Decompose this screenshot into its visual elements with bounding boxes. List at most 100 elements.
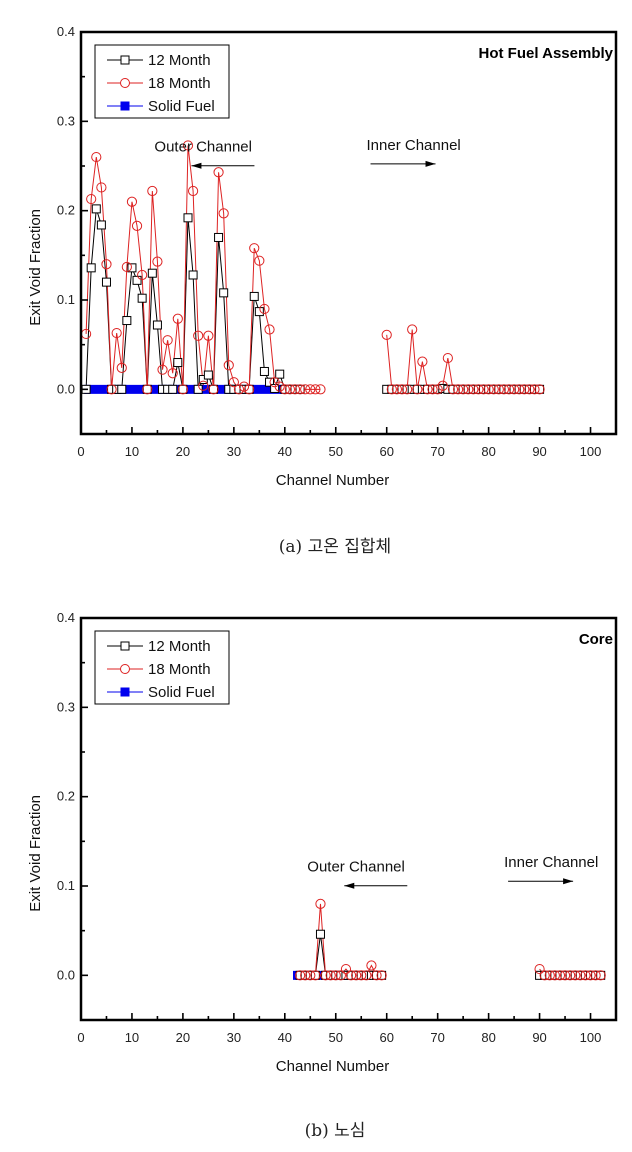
series-line-18-month (386, 329, 540, 390)
x-tick-label: 40 (278, 1030, 292, 1045)
data-point-12-month (137, 293, 147, 303)
y-tick-label: 0.0 (57, 967, 75, 982)
legend-label-18-month: 18 Month (148, 75, 211, 92)
x-tick-label: 10 (125, 444, 139, 459)
y-tick-label: 0.4 (57, 610, 75, 625)
data-point-12-month (86, 263, 96, 273)
data-point-12-month (249, 291, 259, 301)
legend-marker (120, 664, 130, 674)
panel-hot-fuel-assembly: 0 10 20 30 40 50 60 70 80 90 100 0.0 0.1 0.2 0.3 0.4 Ho… (27, 24, 618, 557)
x-tick-label: 30 (227, 444, 241, 459)
figure-caption: (b) 노심 (305, 1121, 366, 1141)
series-line-12-month (85, 208, 301, 392)
legend: 12 Month 18 Month Solid Fuel (94, 44, 230, 119)
annotations: Outer Channel Inner Channel (307, 854, 598, 889)
data-point-12-month (214, 232, 224, 242)
data-point-12-month (315, 929, 325, 939)
data-point-12-month (96, 220, 106, 230)
legend-label-12-month: 12 Month (148, 52, 211, 69)
legend-label-solid-fuel: Solid Fuel (148, 684, 215, 701)
data-point-12-month (183, 213, 193, 223)
x-tick-label: 0 (77, 1030, 84, 1045)
data-point-12-month (147, 268, 157, 278)
data-point-12-month (259, 366, 269, 376)
data-point-12-month (275, 369, 285, 379)
x-tick-label: 80 (481, 444, 495, 459)
data-point-12-month (101, 277, 111, 287)
arrow-right-icon (370, 160, 436, 167)
y-tick-label: 0.2 (57, 203, 75, 218)
data-point-12-month (117, 384, 127, 394)
data-point-12-month (132, 275, 142, 285)
data-point-12-month (208, 384, 218, 394)
x-tick-label: 40 (278, 444, 292, 459)
legend-marker (120, 78, 130, 88)
legend-label-12-month: 12 Month (148, 638, 211, 655)
data-point-12-month (203, 370, 213, 380)
x-tick-label: 70 (430, 444, 444, 459)
data-point-12-month (168, 384, 178, 394)
x-tick-label: 20 (176, 444, 190, 459)
y-tick-label: 0.2 (57, 789, 75, 804)
annotation-outer-channel: Outer Channel (154, 139, 252, 156)
legend-marker (120, 55, 130, 65)
y-axis-title: Exit Void Fraction (27, 795, 44, 912)
annotation-outer-channel: Outer Channel (307, 859, 405, 876)
y-tick-label: 0.3 (57, 113, 75, 128)
x-tick-label: 10 (125, 1030, 139, 1045)
data-point-12-month (173, 358, 183, 368)
x-tick-label: 50 (329, 1030, 343, 1045)
panel-core: 0 10 20 30 40 50 60 70 80 90 100 0.0 0.1 0.2 0.3 0.4 Co… (27, 610, 618, 1141)
x-tick-label: 90 (532, 444, 546, 459)
arrow-head (563, 878, 574, 885)
panel-title: Hot Fuel Assembly (479, 45, 614, 62)
x-tick-label: 100 (580, 444, 602, 459)
y-tick-label: 0.1 (57, 878, 75, 893)
data-point-12-month (122, 316, 132, 326)
plot-marks (80, 140, 545, 395)
arrow-left-icon (191, 162, 255, 169)
x-tick-label: 20 (176, 1030, 190, 1045)
data-point-12-month (178, 384, 188, 394)
arrow-right-icon (508, 878, 574, 885)
x-axis-title: Channel Number (276, 1058, 389, 1075)
y-tick-label: 0.3 (57, 699, 75, 714)
x-tick-label: 60 (379, 444, 393, 459)
legend-marker (120, 101, 130, 111)
y-tick-label: 0.1 (57, 292, 75, 307)
data-point-12-month (152, 320, 162, 330)
x-tick-label: 50 (329, 444, 343, 459)
figure-caption: (a) 고온 집합체 (279, 537, 391, 557)
arrow-head (344, 882, 355, 889)
legend-label-18-month: 18 Month (148, 661, 211, 678)
arrow-head (425, 160, 436, 167)
y-tick-label: 0.4 (57, 24, 75, 39)
x-tick-label: 60 (379, 1030, 393, 1045)
x-tick-label: 30 (227, 1030, 241, 1045)
legend-label-solid-fuel: Solid Fuel (148, 98, 215, 115)
x-tick-label: 90 (532, 1030, 546, 1045)
annotations: Outer Channel Inner Channel (154, 137, 461, 169)
panel-title: Core (579, 631, 613, 648)
data-point-12-month (91, 204, 101, 214)
series-line-18-month (85, 145, 321, 391)
y-tick-label: 0.0 (57, 381, 75, 396)
plot-marks (293, 898, 606, 981)
legend-marker (120, 641, 130, 651)
x-tick-label: 70 (430, 1030, 444, 1045)
x-axis-title: Channel Number (276, 472, 389, 489)
arrow-left-icon (344, 882, 408, 889)
annotation-inner-channel: Inner Channel (504, 854, 598, 871)
legend-marker (120, 687, 130, 697)
data-point-12-month (219, 288, 229, 298)
y-axis-title: Exit Void Fraction (27, 209, 44, 326)
x-tick-label: 80 (481, 1030, 495, 1045)
data-point-12-month (188, 270, 198, 280)
legend: 12 Month 18 Month Solid Fuel (94, 630, 230, 705)
annotation-inner-channel: Inner Channel (367, 137, 461, 154)
arrow-head (191, 162, 202, 169)
figure: 0 10 20 30 40 50 60 70 80 90 1000.00.10.20.30.4 Ho… (27, 24, 618, 1141)
data-point-12-month (142, 384, 152, 394)
x-tick-label: 0 (77, 444, 84, 459)
x-tick-label: 100 (580, 1030, 602, 1045)
